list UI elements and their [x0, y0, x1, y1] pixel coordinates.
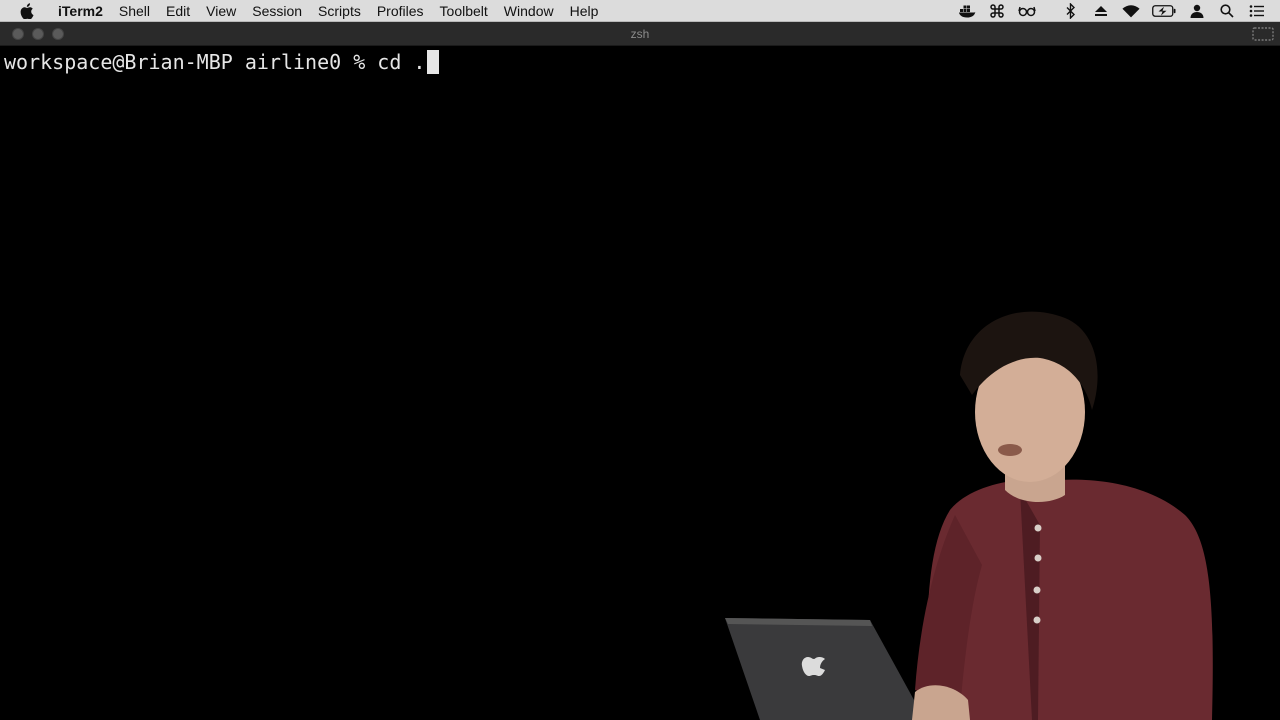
presenter-video-overlay — [725, 311, 1213, 720]
apple-logo-icon[interactable] — [20, 2, 34, 19]
glasses-icon[interactable] — [1018, 3, 1036, 19]
menu-edit[interactable]: Edit — [158, 0, 198, 22]
fullscreen-icon[interactable] — [1252, 27, 1274, 41]
menu-app-iterm2[interactable]: iTerm2 — [50, 0, 111, 22]
spotlight-icon[interactable] — [1218, 3, 1236, 19]
docker-icon[interactable] — [958, 3, 976, 19]
status-area — [952, 0, 1272, 22]
window-titlebar[interactable]: zsh — [0, 22, 1280, 46]
menu-toolbelt[interactable]: Toolbelt — [432, 0, 496, 22]
window-title: zsh — [630, 27, 650, 41]
shell-prompt: workspace@Brian-MBP airline0 % — [4, 50, 378, 74]
command-icon[interactable] — [988, 3, 1006, 19]
command-line[interactable]: workspace@Brian-MBP airline0 % cd . — [4, 50, 440, 74]
notification-center-icon[interactable] — [1248, 3, 1266, 19]
menu-session[interactable]: Session — [244, 0, 310, 22]
battery-icon[interactable] — [1152, 3, 1176, 19]
menu-bar: iTerm2 Shell Edit View Session Scripts P… — [0, 0, 1280, 22]
typed-command: cd . — [377, 50, 426, 74]
menu-profiles[interactable]: Profiles — [369, 0, 432, 22]
eject-icon[interactable] — [1092, 3, 1110, 19]
menu-help[interactable]: Help — [562, 0, 607, 22]
menu-shell[interactable]: Shell — [111, 0, 158, 22]
user-icon[interactable] — [1188, 3, 1206, 19]
text-cursor — [427, 50, 440, 74]
menu-window[interactable]: Window — [496, 0, 562, 22]
menu-scripts[interactable]: Scripts — [310, 0, 369, 22]
bluetooth-icon[interactable] — [1062, 3, 1080, 19]
menu-view[interactable]: View — [198, 0, 244, 22]
wifi-icon[interactable] — [1122, 3, 1140, 19]
